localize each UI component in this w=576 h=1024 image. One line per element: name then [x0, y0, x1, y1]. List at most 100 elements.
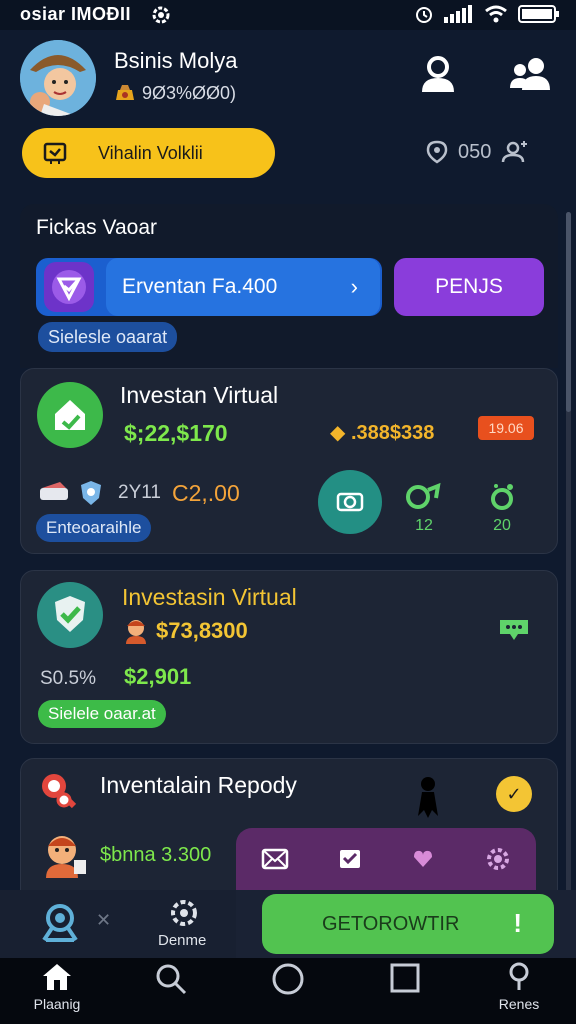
card1-stat-2[interactable]: 20	[482, 482, 522, 535]
coin-bag-icon	[116, 85, 134, 100]
shield-icon	[81, 481, 101, 505]
gear-icon	[171, 900, 197, 926]
card2-chip[interactable]: Sielele oaar.at	[38, 700, 166, 728]
featured-tile[interactable]	[44, 262, 94, 312]
yellow-action-button[interactable]: Vihalin Volklii	[22, 128, 275, 178]
wallet-icon	[40, 482, 68, 500]
profile-button[interactable]	[418, 54, 458, 94]
camera-icon	[336, 492, 364, 512]
settings-icon	[150, 4, 172, 31]
silhouette-icon	[418, 777, 438, 818]
nav-item-search[interactable]	[126, 962, 216, 996]
settings-button[interactable]	[164, 898, 204, 928]
card1-icon	[37, 382, 103, 448]
balance-row: 9Ø3%ØØ0)	[114, 82, 236, 104]
search-icon	[156, 964, 187, 995]
close-icon[interactable]: ✕	[96, 910, 111, 931]
status-carrier-text: osiar IMOĐII	[20, 4, 132, 24]
card2-chip-label: Sielele oaar.at	[48, 704, 156, 723]
card1-chip-label: Enteoaraihle	[46, 518, 142, 537]
primary-cta-button[interactable]: GETOROWTIR !	[262, 894, 554, 954]
section-chip[interactable]: Sielesle oaarat	[38, 322, 178, 352]
avatar[interactable]	[20, 40, 96, 116]
home-icon	[43, 964, 71, 990]
card1-title: Investan Virtual	[120, 382, 279, 408]
card1-stat-1-label: 12	[415, 517, 433, 534]
coin-icon: ◆	[330, 422, 346, 444]
nav-item-renes[interactable]: Renes	[474, 962, 564, 1012]
nav-item-circle[interactable]	[243, 962, 333, 996]
invest-button[interactable]: Erventan Fa.400 ›	[106, 258, 380, 316]
card2-title: Investasin Virtual	[122, 584, 297, 610]
settings-label: Denme	[158, 932, 207, 949]
card3-figure-icon	[410, 776, 446, 820]
nav-item-home[interactable]: Plaanig	[12, 962, 102, 1012]
shield-check-icon	[52, 270, 86, 304]
card2-green-value: $2,901	[124, 664, 192, 689]
alert-icon: !	[513, 908, 522, 938]
invest-button-label: Erventan Fa.400	[122, 275, 278, 298]
user-add-icon[interactable]	[501, 140, 529, 164]
refresh-icon	[406, 482, 441, 509]
card1-coins-value: .388$338	[350, 422, 435, 444]
card3-value: $bnna 3.300	[100, 844, 212, 866]
cta-label: GETOROWTIR	[322, 912, 460, 935]
checklist-icon[interactable]	[338, 847, 362, 871]
chat-icon	[500, 620, 528, 640]
card2-chat-button[interactable]	[496, 616, 532, 644]
scrollbar-thumb[interactable]	[566, 212, 571, 412]
mail-icon[interactable]	[261, 847, 289, 871]
group-icon	[510, 58, 550, 90]
card2-value-row: $73,8300	[124, 618, 248, 644]
favorite-icon[interactable]	[411, 847, 435, 871]
house-icon	[55, 400, 85, 430]
wifi-icon	[485, 5, 507, 23]
yellow-button-label: Vihalin Volklii	[98, 142, 203, 163]
battery-icon	[518, 5, 559, 23]
robot-icon	[42, 904, 78, 942]
card1-value: $;22,$170	[124, 420, 228, 446]
shield-check-icon	[55, 596, 85, 632]
status-icons	[414, 4, 560, 24]
square-icon	[390, 963, 420, 993]
nav-item-square[interactable]	[360, 962, 450, 994]
card1-left-icons	[38, 480, 102, 506]
signal-icon	[444, 5, 472, 23]
camera-button[interactable]	[38, 900, 82, 944]
pin-icon	[509, 962, 529, 990]
balance-value: 9Ø3%ØØ0)	[142, 82, 237, 103]
purple-button[interactable]: PENJS	[394, 258, 544, 316]
card3-title: Inventalain Repody	[100, 772, 297, 798]
section-chip-label: Sielesle oaarat	[48, 326, 168, 347]
character-icon	[46, 836, 86, 878]
card1-coins: ◆ .388$338	[330, 420, 434, 445]
counter: 050	[426, 140, 529, 164]
chevron-right-icon: ›	[350, 274, 358, 299]
trophy-icon	[42, 774, 77, 809]
location-icon	[426, 140, 448, 164]
card1-stat-1[interactable]: 12	[404, 482, 444, 535]
card3-icon	[38, 770, 80, 812]
gear-icon[interactable]	[484, 845, 512, 873]
friends-button[interactable]	[508, 56, 552, 92]
card1-chip[interactable]: Enteoaraihle	[36, 514, 152, 542]
cycle-icon	[491, 484, 513, 510]
user-icon	[422, 56, 454, 92]
nav-label-renes: Renes	[498, 996, 540, 1012]
card3-check-button[interactable]: ✓	[496, 776, 532, 812]
card1-stat-2-label: 20	[493, 517, 511, 534]
inbox-icon	[43, 142, 67, 164]
card1-badge: 19.06	[478, 416, 534, 440]
card2-percent: S0.5%	[40, 668, 96, 689]
checkmark-icon: ✓	[506, 783, 522, 804]
card2-icon	[37, 582, 103, 648]
card2-value: $73,8300	[156, 618, 248, 643]
quick-actions-tray	[236, 828, 536, 890]
section-title: Fickas Vaoar	[36, 216, 157, 239]
purple-button-label: PENJS	[435, 275, 503, 298]
card1-orange-value: C2,.00	[172, 480, 240, 506]
card1-action-circle[interactable]	[318, 470, 382, 534]
counter-value: 050	[458, 140, 492, 163]
user-name: Bsinis Molya	[114, 48, 238, 73]
circle-icon	[272, 963, 304, 995]
